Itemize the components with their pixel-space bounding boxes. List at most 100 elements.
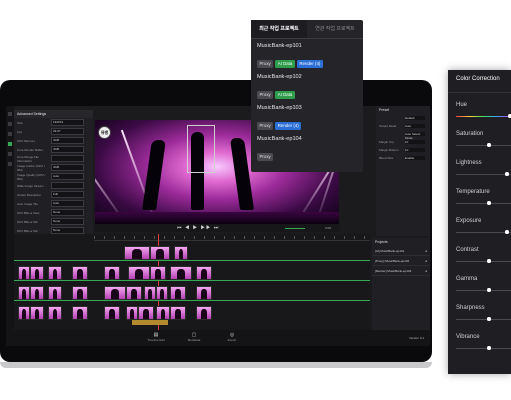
project-tag-badge[interactable]: Render (4) <box>296 59 323 68</box>
settings-value-field[interactable] <box>51 155 84 162</box>
video-clip[interactable] <box>156 306 170 320</box>
video-clip[interactable] <box>150 246 170 260</box>
video-clip[interactable] <box>126 286 142 300</box>
video-clip[interactable] <box>48 266 62 280</box>
slider-knob[interactable] <box>487 317 491 321</box>
project-row[interactable]: [AI] MusicBank-ep101 ● <box>372 246 430 256</box>
project-tag-badge[interactable]: Proxy <box>257 90 274 99</box>
tool-icon[interactable] <box>8 132 12 136</box>
tool-icon-active[interactable] <box>8 142 12 146</box>
color-slider[interactable]: Exposure <box>456 218 511 234</box>
video-clip[interactable] <box>138 306 154 320</box>
tab-metadata[interactable]: ▢ Metadata <box>184 332 204 342</box>
color-slider[interactable]: Temperature <box>456 189 511 205</box>
project-row[interactable]: [Proxy] MusicBank-ep102 ● <box>372 256 430 266</box>
project-tag-badge[interactable]: AI Data <box>275 59 295 68</box>
preset-value-field[interactable]: Default <box>405 116 425 120</box>
video-clip[interactable] <box>124 246 150 260</box>
volume-slider[interactable] <box>285 228 305 229</box>
settings-value-field[interactable]: Full <box>51 191 84 198</box>
tool-icon[interactable] <box>8 162 12 166</box>
settings-value-field[interactable]: None <box>51 209 84 216</box>
video-clip[interactable] <box>128 266 150 280</box>
color-slider[interactable]: Contrast <box>456 247 511 263</box>
settings-value-field[interactable]: Auto <box>51 200 84 207</box>
preset-value-field[interactable]: 10 <box>405 148 425 152</box>
settings-value-field[interactable] <box>51 182 84 189</box>
video-clip[interactable] <box>126 306 138 320</box>
preset-value-field[interactable]: Auto <box>405 124 425 128</box>
video-clip[interactable] <box>48 286 62 300</box>
video-clip[interactable] <box>196 286 212 300</box>
video-clip[interactable] <box>104 306 120 320</box>
timeline[interactable] <box>14 234 370 330</box>
slider-knob[interactable] <box>487 259 491 263</box>
slider-track[interactable] <box>456 116 511 117</box>
tab-recent-projects[interactable]: 최근 작업 프로젝트 <box>251 20 307 38</box>
video-clip[interactable] <box>48 306 62 320</box>
color-slider[interactable]: Sharpness <box>456 305 511 321</box>
recent-project-item[interactable]: MusicBank-ep101 Proxy AI Data Render (4) <box>251 39 363 70</box>
settings-value-field[interactable]: 4GB <box>51 164 84 171</box>
video-clip[interactable] <box>72 306 88 320</box>
settings-value-field[interactable]: Auto <box>51 173 84 180</box>
playback-buttons[interactable]: ⏮ ◀ ▶ ▶▶ ⏭ <box>177 225 219 231</box>
video-clip[interactable] <box>18 286 30 300</box>
project-row[interactable]: [Render] MusicBank-ep104 ● <box>372 266 430 276</box>
slider-knob[interactable] <box>487 201 491 205</box>
settings-value-field[interactable]: None <box>51 218 84 225</box>
slider-track[interactable] <box>456 348 511 349</box>
preset-value-field[interactable]: 10 <box>405 140 425 144</box>
settings-value-field[interactable]: 4GB <box>51 137 84 144</box>
slider-knob[interactable] <box>487 288 491 292</box>
video-clip[interactable] <box>72 286 88 300</box>
video-clip[interactable] <box>196 306 212 320</box>
preset-value-field[interactable]: Enable <box>405 156 425 160</box>
color-slider[interactable]: Hue <box>456 102 511 118</box>
project-tag-badge[interactable]: Proxy <box>257 121 274 130</box>
color-slider[interactable]: Gamma <box>456 276 511 292</box>
recent-project-item[interactable]: MusicBank-ep102 Proxy AI Data <box>251 70 363 101</box>
video-clip[interactable] <box>30 306 44 320</box>
selection-box[interactable] <box>187 125 215 173</box>
effect-clip[interactable] <box>132 320 168 325</box>
video-clip[interactable] <box>30 266 44 280</box>
color-slider[interactable]: Vibrance <box>456 334 511 350</box>
tool-icon[interactable] <box>8 122 12 126</box>
slider-track[interactable] <box>456 261 511 262</box>
video-clip[interactable] <box>196 266 212 280</box>
slider-track[interactable] <box>456 145 511 146</box>
video-clip[interactable] <box>104 266 120 280</box>
video-clip[interactable] <box>104 286 126 300</box>
tool-icon[interactable] <box>8 152 12 156</box>
tab-timeline-edit[interactable]: ▤ Timeline Edit <box>146 332 166 342</box>
recent-project-item[interactable]: MusicBank-ep103 Proxy Render (4) <box>251 101 363 132</box>
color-slider[interactable]: Saturation <box>456 131 511 147</box>
video-clip[interactable] <box>170 306 186 320</box>
slider-knob[interactable] <box>487 143 491 147</box>
preset-value-field[interactable]: Auto Select Mode <box>405 132 425 140</box>
video-clip[interactable] <box>170 286 186 300</box>
slider-knob[interactable] <box>487 346 491 350</box>
video-clip[interactable] <box>170 266 192 280</box>
tab-export[interactable]: ◎ Export <box>222 332 242 342</box>
tab-related-projects[interactable]: 연관 작업 프로젝트 <box>307 20 363 38</box>
slider-knob[interactable] <box>505 172 509 176</box>
video-clip[interactable] <box>174 246 188 260</box>
video-clip[interactable] <box>18 266 30 280</box>
slider-track[interactable] <box>456 319 511 320</box>
video-clip[interactable] <box>144 286 156 300</box>
video-clip[interactable] <box>156 286 168 300</box>
settings-value-field[interactable]: 29.97 <box>51 128 84 135</box>
video-clip[interactable] <box>30 286 44 300</box>
recent-project-item[interactable]: MusicBank-ep104 Proxy <box>251 132 363 163</box>
project-tag-badge[interactable]: Proxy <box>257 152 274 161</box>
slider-track[interactable] <box>456 232 511 233</box>
slider-track[interactable] <box>456 203 511 204</box>
settings-value-field[interactable]: None <box>51 227 84 234</box>
color-slider[interactable]: Lightness <box>456 160 511 176</box>
project-tag-badge[interactable]: AI Data <box>275 90 295 99</box>
video-clip[interactable] <box>72 266 88 280</box>
project-tag-badge[interactable]: Proxy <box>257 59 274 68</box>
slider-knob[interactable] <box>505 230 509 234</box>
